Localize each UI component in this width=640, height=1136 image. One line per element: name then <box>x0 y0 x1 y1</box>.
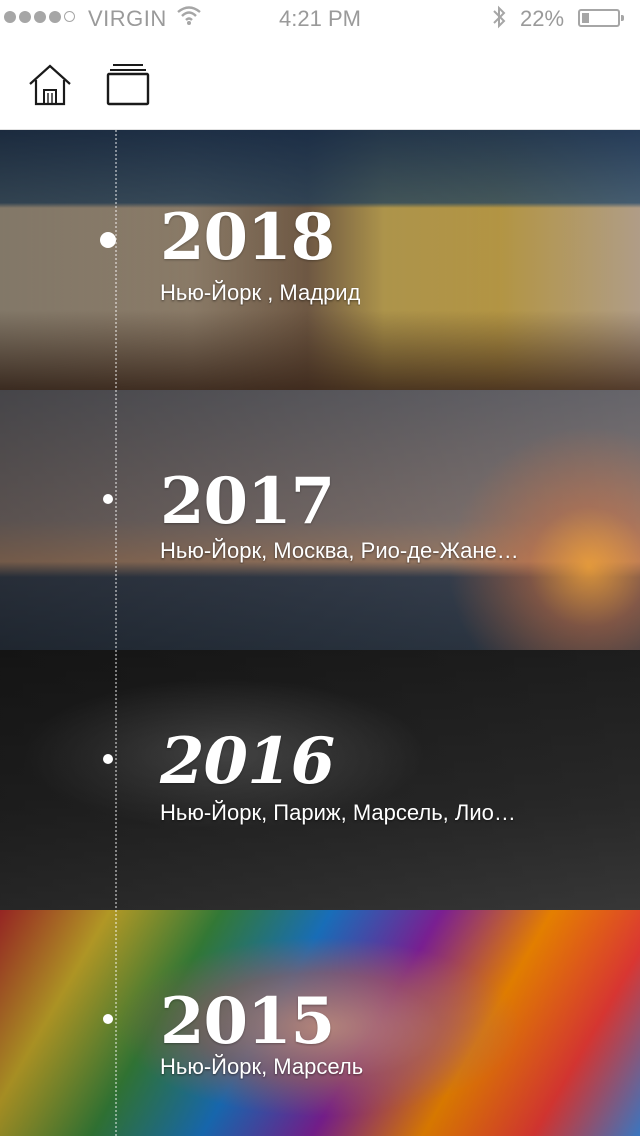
home-icon <box>29 64 71 106</box>
navigation-bar <box>0 36 640 130</box>
battery-percentage: 22% <box>520 6 565 31</box>
home-button[interactable] <box>26 62 74 108</box>
card-stack-icon <box>106 64 150 106</box>
timeline-line <box>115 130 117 1136</box>
year-cities: Нью-Йорк , Мадрид <box>160 280 361 305</box>
timeline-dot <box>100 232 116 248</box>
year-title: 2015 <box>160 984 335 1059</box>
year-cities: Нью-Йорк, Москва, Рио-де-Жане… <box>160 538 519 563</box>
timeline-dot <box>103 1014 113 1024</box>
timeline-dot <box>103 494 113 504</box>
status-bar: VIRGIN 4:21 PM 22% <box>0 0 640 36</box>
year-timeline: 2018 Нью-Йорк , Мадрид 2017 Нью-Йорк, Мо… <box>0 130 640 1136</box>
battery-icon <box>578 9 624 27</box>
timeline-item-2018[interactable]: 2018 Нью-Йорк , Мадрид <box>0 130 640 390</box>
bluetooth-icon <box>490 4 508 36</box>
timeline-dot <box>103 754 113 764</box>
year-title: 2016 <box>160 724 335 799</box>
year-title: 2018 <box>160 200 335 275</box>
cards-button[interactable] <box>104 62 152 108</box>
year-title: 2017 <box>160 464 335 539</box>
timeline-item-2016[interactable]: 2016 Нью-Йорк, Париж, Марсель, Лио… <box>0 650 640 910</box>
timeline-item-2015[interactable]: 2015 Нью-Йорк, Марсель <box>0 910 640 1136</box>
year-cities: Нью-Йорк, Париж, Марсель, Лио… <box>160 800 516 825</box>
timeline-item-2017[interactable]: 2017 Нью-Йорк, Москва, Рио-де-Жане… <box>0 390 640 650</box>
year-cities: Нью-Йорк, Марсель <box>160 1054 364 1079</box>
